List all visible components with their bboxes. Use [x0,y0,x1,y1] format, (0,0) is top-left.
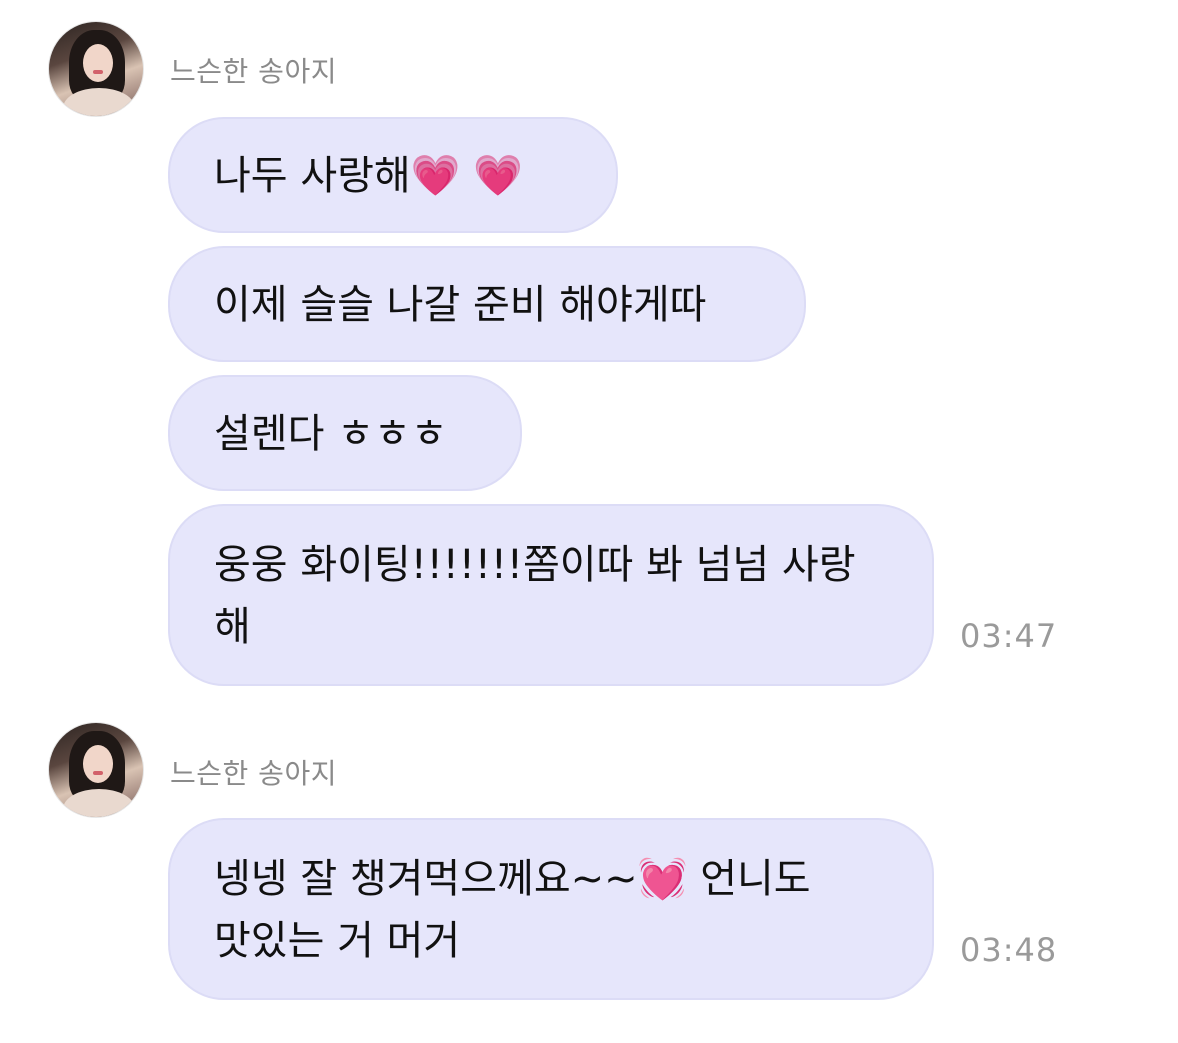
message-timestamp: 03:48 [960,931,1058,969]
message-text: 나두 사랑해 [214,153,411,199]
avatar[interactable] [48,722,144,818]
message-text-line: 웅웅 화이팅!!!!!!!쫌이따 봐 넘넘 사랑 [214,542,856,588]
message-text-line: 해 [214,604,251,650]
message-bubble[interactable]: 이제 슬슬 나갈 준비 해야게따 [168,246,806,362]
message-text-line: 넹넹 잘 챙겨먹으께요~~💓 언니도 [214,848,888,910]
message-text: 언니도 [687,856,811,902]
message-text: 이제 슬슬 나갈 준비 해야게따 [214,282,707,328]
message-bubble[interactable]: 나두 사랑해💗 💗 [168,117,618,233]
message-bubble[interactable]: 설렌다 ㅎㅎㅎ [168,375,522,491]
sender-name: 느슨한 송아지 [170,757,337,790]
message-bubble[interactable]: 넹넹 잘 챙겨먹으께요~~💓 언니도 맛있는 거 머거 [168,818,934,1000]
heart-icon: 💗 💗 [410,153,524,199]
message-bubble[interactable]: 웅웅 화이팅!!!!!!!쫌이따 봐 넘넘 사랑 해 [168,504,934,686]
avatar-lips [93,70,103,74]
avatar-lips [93,771,103,775]
message-text: 설렌다 ㅎㅎㅎ [214,411,448,457]
avatar-face [83,44,113,82]
sender-name: 느슨한 송아지 [170,55,337,88]
avatar-shoulder [63,88,135,116]
message-text: 넹넹 잘 챙겨먹으께요~~ [214,856,638,902]
beating-heart-icon: 💓 [637,856,688,902]
avatar-face [83,745,113,783]
avatar-shoulder [63,789,135,817]
avatar[interactable] [48,21,144,117]
message-timestamp: 03:47 [960,617,1058,655]
message-text-line: 맛있는 거 머거 [214,918,461,964]
